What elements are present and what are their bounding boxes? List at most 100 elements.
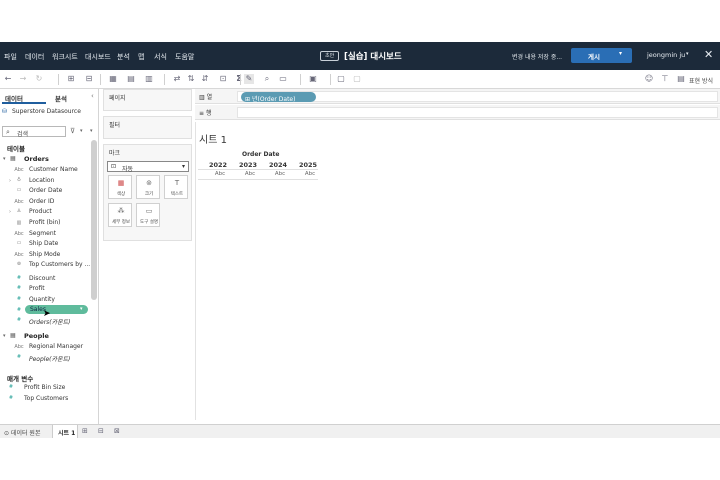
forward-icon[interactable]: → bbox=[18, 74, 28, 84]
field-discount[interactable]: Discount bbox=[29, 275, 55, 282]
chevron-down-icon[interactable]: ▾ bbox=[80, 128, 83, 134]
menu-data[interactable]: 데이터 bbox=[25, 52, 44, 62]
table-cell[interactable]: Abc bbox=[296, 171, 324, 177]
field-ship-date[interactable]: Ship Date bbox=[29, 240, 58, 247]
chevron-down-icon[interactable]: ▾ bbox=[3, 156, 6, 162]
datasource-name[interactable]: Superstore Datasource bbox=[12, 108, 81, 115]
search-input[interactable]: ⌕ 검색 bbox=[2, 126, 66, 138]
chevron-down-icon[interactable]: ▾ bbox=[3, 333, 6, 339]
publish-button[interactable]: 게시 ▾ bbox=[571, 48, 632, 63]
document-title[interactable]: [실습] 대시보드 bbox=[344, 50, 402, 62]
year-order-date-pill[interactable]: ⊞ 년(Order Date) bbox=[241, 92, 316, 103]
field-regional-manager[interactable]: Regional Manager bbox=[29, 343, 83, 350]
chevron-down-icon[interactable]: ▾ bbox=[90, 128, 93, 134]
column-header-order-date[interactable]: Order Date bbox=[242, 151, 279, 158]
back-icon[interactable]: ← bbox=[3, 74, 13, 84]
new-worksheet-icon[interactable]: ▦ bbox=[108, 74, 118, 84]
chevron-down-icon[interactable]: ▾ bbox=[619, 50, 622, 57]
menu-format[interactable]: 서식 bbox=[154, 52, 167, 62]
field-profit[interactable]: Profit bbox=[29, 285, 45, 292]
size-button[interactable]: ⊚ 크기 bbox=[136, 175, 160, 199]
field-customer-name[interactable]: Customer Name bbox=[29, 166, 78, 173]
detail-button[interactable]: ⁂ 세부 정보 bbox=[108, 203, 132, 227]
new-dashboard-icon[interactable]: ⊟ bbox=[98, 427, 104, 435]
duplicate-icon[interactable]: ▤ bbox=[126, 74, 136, 84]
year-header[interactable]: 2024 bbox=[264, 161, 292, 169]
year-header[interactable]: 2022 bbox=[204, 161, 232, 169]
datasource-tab[interactable]: ⊙ 데이터 원본 bbox=[4, 428, 40, 437]
scrollbar[interactable] bbox=[91, 140, 97, 300]
fit-icon[interactable]: ▭ bbox=[278, 74, 288, 84]
year-header[interactable]: 2025 bbox=[294, 161, 322, 169]
field-quantity[interactable]: Quantity bbox=[29, 296, 55, 303]
highlight-icon[interactable]: ✎ bbox=[244, 74, 254, 84]
labels-icon[interactable]: ⌕ bbox=[262, 74, 272, 84]
field-product[interactable]: Product bbox=[29, 208, 52, 215]
new-datasource-icon[interactable]: ⊞ bbox=[66, 74, 76, 84]
menu-analysis[interactable]: 분석 bbox=[117, 52, 130, 62]
table-cell[interactable]: Abc bbox=[236, 171, 264, 177]
user-menu[interactable]: jeongmin ju bbox=[647, 51, 685, 59]
menu-worksheet[interactable]: 워크시트 bbox=[52, 52, 78, 62]
collapse-pane-icon[interactable]: ‹ bbox=[91, 92, 94, 100]
sheet-title[interactable]: 시트 1 bbox=[199, 131, 227, 146]
field-sales[interactable]: Sales ▾ bbox=[25, 305, 88, 314]
chevron-down-icon[interactable]: ▾ bbox=[80, 306, 83, 312]
group-icon[interactable]: ⊡ bbox=[218, 74, 228, 84]
param-top-customers[interactable]: Top Customers bbox=[24, 395, 68, 402]
year-header[interactable]: 2023 bbox=[234, 161, 262, 169]
clear-sheet-icon[interactable]: ▥ bbox=[144, 74, 154, 84]
field-location[interactable]: Location bbox=[29, 177, 54, 184]
show-me-icon[interactable]: ▤ bbox=[676, 74, 686, 84]
tab-analysis[interactable]: 분석 bbox=[55, 93, 67, 103]
field-segment[interactable]: Segment bbox=[29, 230, 56, 237]
field-profit-bin[interactable]: Profit (bin) bbox=[29, 219, 61, 226]
menu-dashboard[interactable]: 대시보드 bbox=[85, 52, 111, 62]
rows-drop-zone[interactable] bbox=[237, 107, 718, 118]
menu-file[interactable]: 파일 bbox=[4, 52, 17, 62]
marks-type-dropdown[interactable]: ⊡ 자동 ▾ bbox=[107, 161, 189, 173]
table-people[interactable]: People bbox=[24, 332, 49, 340]
new-worksheet-icon[interactable]: ⊞ bbox=[82, 427, 88, 435]
sort-ascending-icon[interactable]: ⇅ bbox=[186, 74, 196, 84]
chevron-right-icon[interactable]: › bbox=[9, 178, 11, 184]
field-order-id[interactable]: Order ID bbox=[29, 198, 54, 205]
tab-sheet-1[interactable]: 시트 1 bbox=[52, 425, 78, 438]
filter-icon[interactable]: ⊽ bbox=[70, 127, 75, 135]
field-order-date[interactable]: Order Date bbox=[29, 187, 62, 194]
menu-map[interactable]: 맵 bbox=[138, 52, 144, 62]
tooltip-button[interactable]: ▭ 도구 설명 bbox=[136, 203, 160, 227]
parameter-icon: # bbox=[8, 395, 14, 401]
table-orders[interactable]: Orders bbox=[24, 155, 49, 163]
new-story-icon[interactable]: ⊠ bbox=[114, 427, 120, 435]
present-icon[interactable]: ▢ bbox=[352, 74, 362, 84]
size-label: 크기 bbox=[144, 192, 154, 197]
pause-updates-icon[interactable]: ⊟ bbox=[84, 74, 94, 84]
pin-icon[interactable]: ⊤ bbox=[660, 74, 670, 84]
chevron-down-icon[interactable]: ▾ bbox=[686, 51, 689, 57]
show-me-button[interactable]: 표현 방식 bbox=[689, 76, 713, 85]
swap-icon[interactable]: ⇄ bbox=[172, 74, 182, 84]
totals-icon[interactable]: Σ bbox=[234, 74, 244, 84]
sort-descending-icon[interactable]: ⇵ bbox=[200, 74, 210, 84]
table-icon: ▦ bbox=[10, 332, 16, 339]
close-icon[interactable]: ✕ bbox=[704, 48, 713, 61]
color-button[interactable]: ▦ 색상 bbox=[108, 175, 132, 199]
collaborator-icon[interactable]: ☺ bbox=[644, 74, 654, 84]
table-cell[interactable]: Abc bbox=[206, 171, 234, 177]
filters-shelf[interactable]: 필터 bbox=[103, 116, 192, 139]
field-top-customers-set[interactable]: Top Customers by ... bbox=[29, 261, 90, 268]
menu-help[interactable]: 도움말 bbox=[175, 52, 194, 62]
param-profit-bin-size[interactable]: Profit Bin Size bbox=[24, 384, 65, 391]
label-button[interactable]: T 텍스트 bbox=[164, 175, 188, 199]
chevron-right-icon[interactable]: › bbox=[9, 209, 11, 215]
active-tab-indicator bbox=[2, 102, 46, 104]
table-cell[interactable]: Abc bbox=[266, 171, 294, 177]
field-ship-mode[interactable]: Ship Mode bbox=[29, 251, 60, 258]
toolbar: ← → ↻ ⊞ ⊟ ▦ ▤ ▥ ⇄ ⇅ ⇵ ⊡ Σ ✎ ⌕ ▭ ▣ ▢ ▢ ☺ … bbox=[0, 70, 720, 89]
field-people-count[interactable]: People(카운트) bbox=[29, 354, 70, 363]
fix-axes-icon[interactable]: ▣ bbox=[308, 74, 318, 84]
redo-icon[interactable]: ↻ bbox=[34, 74, 44, 84]
pages-shelf[interactable]: 페이지 bbox=[103, 89, 192, 111]
tooltip-icon[interactable]: ▢ bbox=[336, 74, 346, 84]
